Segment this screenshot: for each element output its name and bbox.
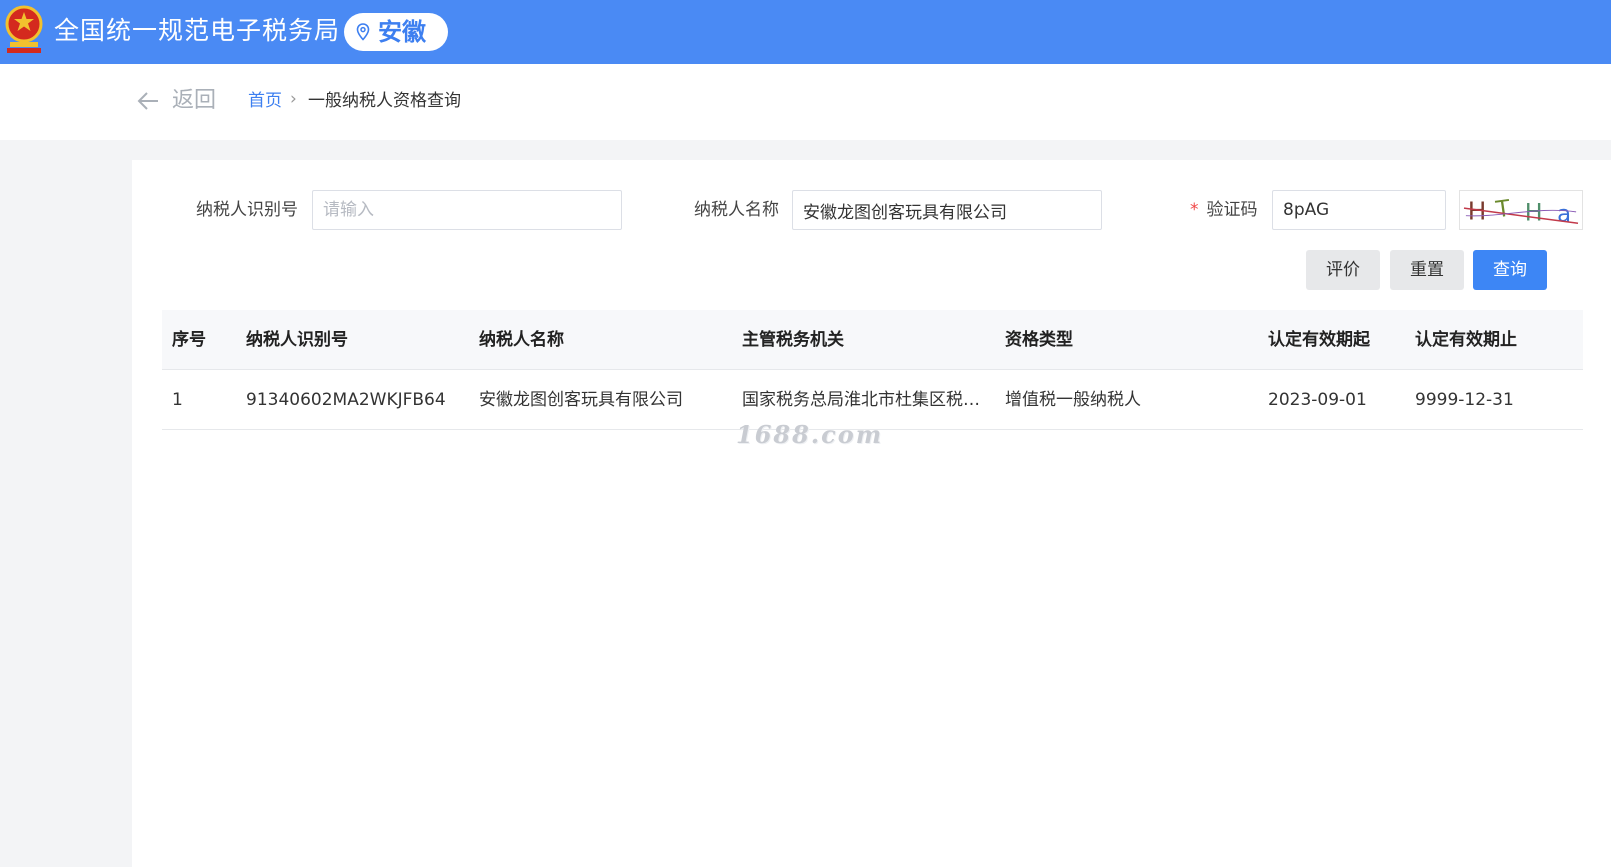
captcha-char: H [1525, 198, 1543, 226]
table-cell: 91340602MA2WKJFB64 [246, 390, 446, 410]
back-button[interactable]: 返回 [172, 86, 216, 116]
taxpayer-name-input[interactable] [792, 190, 1102, 230]
taxpayer-id-label: 纳税人识别号 [196, 200, 298, 220]
column-header: 纳税人名称 [479, 330, 564, 350]
column-header: 主管税务机关 [742, 330, 844, 350]
evaluate-button[interactable]: 评价 [1306, 250, 1380, 290]
region-selector[interactable]: 安徽 [344, 13, 448, 51]
taxpayer-name-label: 纳税人名称 [694, 200, 779, 220]
national-emblem-icon [5, 5, 43, 53]
captcha-char: T [1494, 196, 1512, 224]
region-label: 安徽 [378, 18, 426, 46]
required-mark: * [1190, 200, 1199, 220]
breadcrumb-separator: › [290, 89, 297, 109]
column-header: 认定有效期止 [1415, 330, 1517, 350]
query-button[interactable]: 查询 [1473, 250, 1547, 290]
query-panel: 纳税人识别号 纳税人名称 * 验证码 H T H a 评价 重置 查询 序号 纳税… [132, 160, 1611, 867]
back-arrow-icon[interactable] [136, 90, 160, 112]
column-header: 序号 [172, 330, 206, 350]
captcha-char: a [1557, 201, 1571, 227]
column-header: 纳税人识别号 [246, 330, 348, 350]
breadcrumb-current-page: 一般纳税人资格查询 [308, 91, 461, 111]
breadcrumb-home-link[interactable]: 首页 [248, 90, 282, 112]
table-cell: 增值税一般纳税人 [1005, 390, 1141, 410]
taxpayer-id-input[interactable] [312, 190, 622, 230]
results-table-header: 序号 纳税人识别号 纳税人名称 主管税务机关 资格类型 认定有效期起 认定有效期… [162, 310, 1583, 370]
top-header-bar: 全国统一规范电子税务局 安徽 [0, 0, 1611, 64]
column-header: 资格类型 [1005, 330, 1073, 350]
reset-button[interactable]: 重置 [1390, 250, 1464, 290]
watermark: 1688.com [736, 420, 884, 449]
map-pin-icon [356, 23, 370, 41]
captcha-image[interactable]: H T H a [1459, 190, 1583, 230]
breadcrumb: 返回 首页 › 一般纳税人资格查询 [0, 64, 1611, 140]
table-cell: 1 [172, 390, 183, 410]
captcha-label: 验证码 [1206, 200, 1258, 220]
table-cell: 2023-09-01 [1268, 390, 1367, 410]
table-cell: 安徽龙图创客玩具有限公司 [479, 390, 683, 410]
site-title: 全国统一规范电子税务局 [54, 16, 341, 45]
table-cell: 9999-12-31 [1415, 390, 1514, 410]
captcha-label-group: * 验证码 [1190, 190, 1258, 230]
captcha-input[interactable] [1272, 190, 1446, 230]
column-header: 认定有效期起 [1268, 330, 1370, 350]
